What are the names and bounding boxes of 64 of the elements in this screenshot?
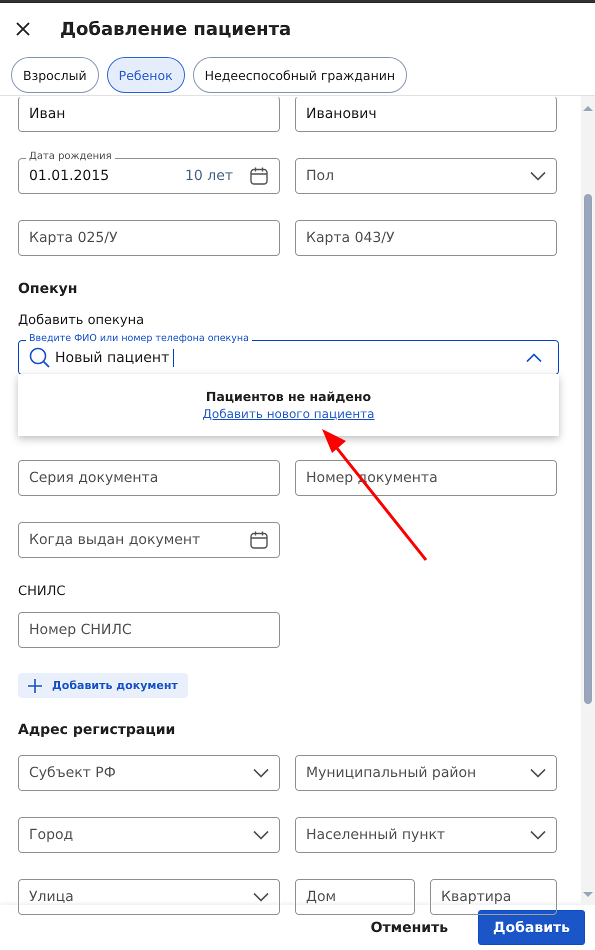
field-placeholder: Карта 025/У (29, 230, 119, 246)
add-button[interactable]: Добавить (478, 910, 585, 945)
input-field[interactable]: Квартира (430, 879, 557, 915)
field-value: 01.01.2015 (29, 168, 110, 184)
scroll-up-icon[interactable] (582, 104, 594, 112)
date-field[interactable]: Когда выдан документ (18, 522, 280, 558)
chevron-down-icon (253, 830, 269, 840)
field-placeholder: Населенный пункт (306, 827, 446, 843)
select-field[interactable]: Город (18, 817, 280, 853)
input-field[interactable]: Иван (18, 96, 280, 132)
input-field[interactable]: Иванович (295, 96, 557, 132)
search-value: Новый пациент (55, 350, 170, 366)
input-field[interactable]: Номер СНИЛС (18, 612, 280, 648)
field-placeholder: Муниципальный район (306, 765, 478, 781)
tab[interactable]: Взрослый (11, 57, 99, 93)
select-field[interactable]: Субъект РФ (18, 755, 280, 791)
empty-message: Пациентов не найдено (206, 389, 372, 404)
chevron-down-icon (253, 892, 269, 902)
field-placeholder: Дом (306, 889, 338, 905)
field-label: Введите ФИО или номер телефона опекуна (26, 333, 252, 345)
tab[interactable]: Ребенок (106, 57, 185, 93)
field-placeholder: Карта 043/У (306, 230, 396, 246)
field-placeholder: Квартира (441, 889, 512, 905)
field-value: Иван (29, 106, 66, 122)
chevron-down-icon (530, 171, 546, 181)
chevron-down-icon (530, 768, 546, 778)
close-icon[interactable] (16, 22, 30, 36)
date-field[interactable]: Дата рождения 01.01.2015 10 лет (18, 151, 280, 194)
section-heading: Опекун (18, 281, 78, 297)
scrollbar-thumb[interactable] (584, 194, 592, 704)
cancel-button[interactable]: Отменить (364, 918, 454, 936)
chevron-down-icon (530, 830, 546, 840)
add-document-button[interactable]: Добавить документ (18, 673, 188, 698)
select-field[interactable]: Населенный пункт (295, 817, 557, 853)
input-field[interactable]: Серия документа (18, 460, 280, 496)
select-field[interactable]: Муниципальный район (295, 755, 557, 791)
input-field[interactable]: Карта 043/У (295, 220, 557, 256)
field-placeholder: Когда выдан документ (29, 532, 202, 548)
section-heading: Адрес регистрации (18, 722, 176, 738)
calendar-icon (249, 530, 269, 550)
select-field[interactable]: Пол (295, 158, 557, 194)
field-placeholder: Улица (29, 889, 75, 905)
add-patient-link[interactable]: Добавить нового пациента (202, 407, 375, 421)
section-label: СНИЛС (18, 584, 66, 600)
field-label: Дата рождения (26, 151, 115, 163)
plus-icon (28, 678, 42, 692)
field-placeholder: Серия документа (29, 470, 160, 486)
tab[interactable]: Недееспособный гражданин (192, 57, 408, 93)
dialog-title: Добавление пациента (60, 18, 292, 40)
field-placeholder: Номер СНИЛС (29, 622, 133, 638)
field-placeholder: Пол (306, 168, 336, 184)
field-placeholder: Город (29, 827, 74, 843)
scrollbar[interactable] (581, 96, 595, 905)
age-text: 10 лет (185, 168, 233, 184)
section-label: Добавить опекуна (18, 313, 146, 329)
field-placeholder: Субъект РФ (29, 765, 117, 781)
chevron-down-icon (253, 768, 269, 778)
scroll-down-icon[interactable] (582, 891, 594, 899)
search-icon (29, 346, 51, 368)
select-field[interactable]: Улица (18, 879, 280, 915)
input-field[interactable]: Карта 025/У (18, 220, 280, 256)
calendar-icon (249, 166, 269, 186)
input-field[interactable]: Дом (295, 879, 415, 915)
field-value: Иванович (306, 106, 378, 122)
